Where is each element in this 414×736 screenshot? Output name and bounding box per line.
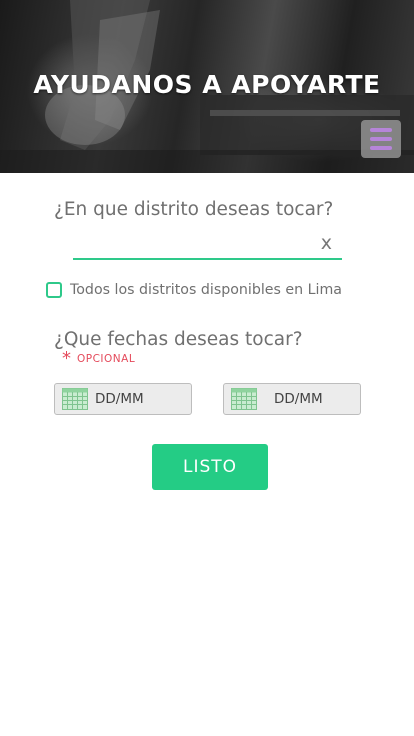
district-field: x xyxy=(73,228,342,260)
optional-label: OPCIONAL xyxy=(77,353,136,365)
all-districts-row[interactable]: Todos los distritos disponibles en Lima xyxy=(46,281,342,299)
hamburger-menu-icon-bar xyxy=(370,137,392,141)
dates-question: ¿Que fechas deseas tocar? xyxy=(54,329,303,350)
calendar-icon xyxy=(231,388,257,410)
hamburger-menu-icon xyxy=(370,128,392,132)
calendar-icon xyxy=(62,388,88,410)
all-districts-label: Todos los distritos disponibles en Lima xyxy=(70,282,342,298)
clear-district-button[interactable]: x xyxy=(321,232,332,254)
menu-button[interactable] xyxy=(361,120,401,158)
page-title: AYUDANOS A APOYARTE xyxy=(33,70,381,99)
end-date-value: DD/MM xyxy=(274,391,323,407)
district-input[interactable] xyxy=(73,232,303,256)
submit-button[interactable]: LISTO xyxy=(152,444,268,490)
end-date-picker[interactable]: DD/MM xyxy=(223,383,361,415)
all-districts-checkbox[interactable] xyxy=(46,282,62,298)
district-question: ¿En que distrito deseas tocar? xyxy=(54,199,334,220)
header-hero: AYUDANOS A APOYARTE xyxy=(0,0,414,173)
optional-note: * OPCIONAL xyxy=(62,348,136,369)
hamburger-menu-icon-bar xyxy=(370,146,392,150)
start-date-picker[interactable]: DD/MM xyxy=(54,383,192,415)
start-date-value: DD/MM xyxy=(95,391,144,407)
required-mark: * xyxy=(62,348,71,369)
